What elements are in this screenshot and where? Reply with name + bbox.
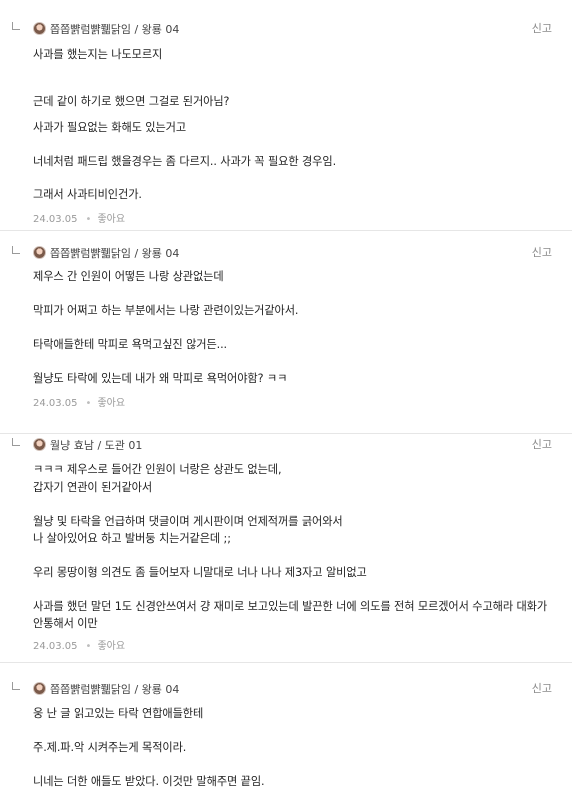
comment-text-line: ㅋㅋㅋ 제우스로 들어간 인원이 너랑은 상관도 없는데, — [33, 463, 282, 476]
avatar[interactable] — [33, 682, 46, 695]
reply-indicator-icon — [12, 682, 20, 690]
comment-item: 쫍쫍뺡럼뺡쮋닭임 / 왕룡 04 신고웅 난 글 읽고있는 타락 연합애들한테주.… — [0, 663, 572, 801]
report-link[interactable]: 신고 — [532, 436, 552, 452]
comment-text-line: 막피가 어쩌고 하는 부분에서는 나랑 관련이있는거같아서. — [33, 304, 299, 317]
comment-text-line: 갑자기 연관이 된거같아서 — [33, 481, 153, 494]
report-link[interactable]: 신고 — [532, 244, 552, 260]
comment-author[interactable]: 쫍쫍뺡럼뺡쮋닭임 / 왕룡 04 — [50, 21, 179, 37]
comment-text-line: 사과를 했는지는 나도모르지 — [33, 48, 163, 61]
comment-item: 월냥 효남 / 도관 01 신고 ㅋㅋㅋ 제우스로 들어간 인원이 너랑은 상관도 … — [0, 434, 572, 663]
comment-text-line: 나 살아있어요 하고 발버둥 치는거같은데 ;; — [33, 532, 231, 545]
comment-text-line: 너네처럼 패드립 했을경우는 좀 다르지.. 사과가 꼭 필요한 경우임. — [33, 155, 337, 168]
comment-text-line: 타락애들한테 막피로 욕먹고싶진 않거든... — [33, 338, 228, 351]
reply-indicator-icon — [12, 246, 20, 254]
separator-dot-icon: • — [85, 214, 92, 225]
comment-author[interactable]: 쫍쫍뺡럼뺡쮋닭임 / 왕룡 04 — [50, 245, 179, 261]
comment-text-line: 니네는 더한 애들도 받았다. 이것만 말해주면 끝임. — [33, 775, 265, 788]
reply-indicator-icon — [12, 438, 20, 446]
like-button[interactable]: 좋아요 — [97, 641, 125, 652]
comment-text-line: 우리 몽땅이형 의견도 좀 들어보자 니말대로 너나 나나 제3자고 알비없고 — [33, 566, 367, 579]
avatar[interactable] — [33, 22, 46, 35]
comment-text-line: 제우스 간 인원이 어떻든 나랑 상관없는데 — [33, 270, 224, 283]
comment-meta: 24.03.05 • 좋아요 — [33, 394, 125, 409]
comment-text-line: 그래서 사과티비인건가. — [33, 188, 142, 201]
comment-date: 24.03.05 — [33, 214, 78, 225]
comment-text-line: 월냥도 타락에 있는데 내가 왜 막피로 욕먹어야함? ㅋㅋ — [33, 372, 288, 385]
comment-item: 쫍쫍뺡럼뺡쮋닭임 / 왕룡 04 신고사과를 했는지는 나도모르지근데 같이 하기… — [0, 8, 572, 231]
reply-indicator-icon — [12, 22, 20, 30]
like-button[interactable]: 좋아요 — [97, 214, 125, 225]
comment-text-line: 근데 같이 하기로 했으면 그걸로 된거아님? — [33, 95, 230, 108]
avatar[interactable] — [33, 246, 46, 259]
separator-dot-icon: • — [85, 398, 92, 409]
like-button[interactable]: 좋아요 — [97, 398, 125, 409]
comment-date: 24.03.05 — [33, 398, 78, 409]
separator-dot-icon: • — [85, 641, 92, 652]
comment-text-line: 안통해서 이만 — [33, 617, 98, 630]
avatar[interactable] — [33, 438, 46, 451]
comment-text-line: 사과를 했던 말던 1도 신경안쓰여서 걍 재미로 보고있는데 발끈한 너에 의… — [33, 600, 548, 613]
comment-author[interactable]: 월냥 효남 / 도관 01 — [50, 437, 142, 453]
comment-text-line: 주.제.파.악 시켜주는게 목적이라. — [33, 741, 187, 754]
comment-date: 24.03.05 — [33, 641, 78, 652]
comment-text-line: 사과가 필요없는 화해도 있는거고 — [33, 121, 187, 134]
comment-author[interactable]: 쫍쫍뺡럼뺡쮋닭임 / 왕룡 04 — [50, 681, 179, 697]
comment-text-line: 월냥 및 타락을 언급하며 댓글이며 게시판이며 언제적꺼를 긁어와서 — [33, 515, 343, 528]
comment-text-line: 웅 난 글 읽고있는 타락 연합애들한테 — [33, 707, 204, 720]
report-link[interactable]: 신고 — [532, 680, 552, 696]
comment-item: 쫍쫍뺡럼뺡쮋닭임 / 왕룡 04 신고제우스 간 인원이 어떻든 나랑 상관없는데… — [0, 231, 572, 434]
comment-meta: 24.03.05 • 좋아요 — [33, 637, 125, 652]
comment-meta: 24.03.05 • 좋아요 — [33, 210, 125, 225]
report-link[interactable]: 신고 — [532, 20, 552, 36]
